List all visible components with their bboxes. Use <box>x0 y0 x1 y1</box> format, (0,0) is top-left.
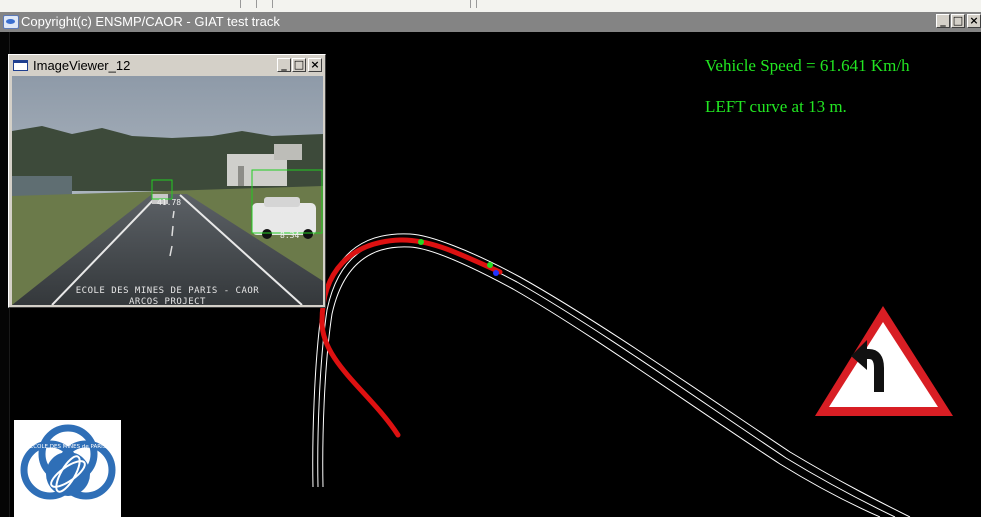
viewer-minimize-button[interactable]: _ <box>277 58 291 72</box>
detection-distance-near: 8.34 <box>280 231 300 240</box>
close-button[interactable]: × <box>967 14 981 28</box>
strip-tick <box>256 0 257 8</box>
track-mid-line <box>317 239 896 517</box>
left-curve-warning-sign <box>813 302 963 437</box>
warning-triangle-icon <box>815 306 953 416</box>
strip-tick <box>240 0 241 8</box>
path-marker-green <box>418 239 424 245</box>
vehicle-marker-green <box>487 262 493 268</box>
main-title-bar[interactable]: Copyright(c) ENSMP/CAOR - GIAT test trac… <box>0 12 981 32</box>
logo-top-text: ECOLE DES MINES de PARIS <box>30 444 107 450</box>
maximize-button[interactable]: □ <box>951 14 965 28</box>
detection-distance-far: 41.78 <box>157 198 182 207</box>
image-viewer-title-bar[interactable]: ImageViewer_12 _ □ × <box>11 57 323 75</box>
vehicle-marker-blue <box>493 270 499 276</box>
window-title: Copyright(c) ENSMP/CAOR - GIAT test trac… <box>21 14 280 29</box>
main-window: Copyright(c) ENSMP/CAOR - GIAT test trac… <box>0 12 981 517</box>
logo-emblem: ECOLE DES MINES de PARIS CENTRE de ROBOT… <box>20 424 116 508</box>
window-icon <box>13 60 28 71</box>
strip-tick <box>470 0 471 8</box>
vehicle-speed-text: Vehicle Speed = 61.641 Km/h <box>705 56 910 75</box>
viewer-close-button[interactable]: × <box>308 58 322 72</box>
ensmp-robotics-logo: ECOLE DES MINES de PARIS CENTRE de ROBOT… <box>14 420 121 517</box>
camera-caption-line2: ARCOS PROJECT <box>129 297 206 305</box>
camera-image <box>12 76 323 305</box>
track-canvas: Vehicle Speed = 61.641 Km/h LEFT curve a… <box>0 32 981 517</box>
logo-bottom-text: CENTRE de ROBOTIQUE <box>35 502 101 508</box>
track-inner-line <box>322 246 881 517</box>
camera-caption-line1: ECOLE DES MINES DE PARIS - CAOR <box>75 286 260 296</box>
app-icon <box>3 15 19 29</box>
strip-tick <box>476 0 477 8</box>
curve-warning-text: LEFT curve at 13 m. <box>705 97 847 116</box>
image-viewer-window: ImageViewer_12 _ □ × 41.78 8.34 ECOLE DE… <box>8 54 326 308</box>
image-viewer-title: ImageViewer_12 <box>33 58 131 73</box>
camera-view: 41.78 8.34 ECOLE DES MINES DE PARIS - CA… <box>12 76 323 305</box>
strip-tick <box>272 0 273 8</box>
minimize-button[interactable]: _ <box>936 14 950 28</box>
viewer-maximize-button[interactable]: □ <box>292 58 306 72</box>
